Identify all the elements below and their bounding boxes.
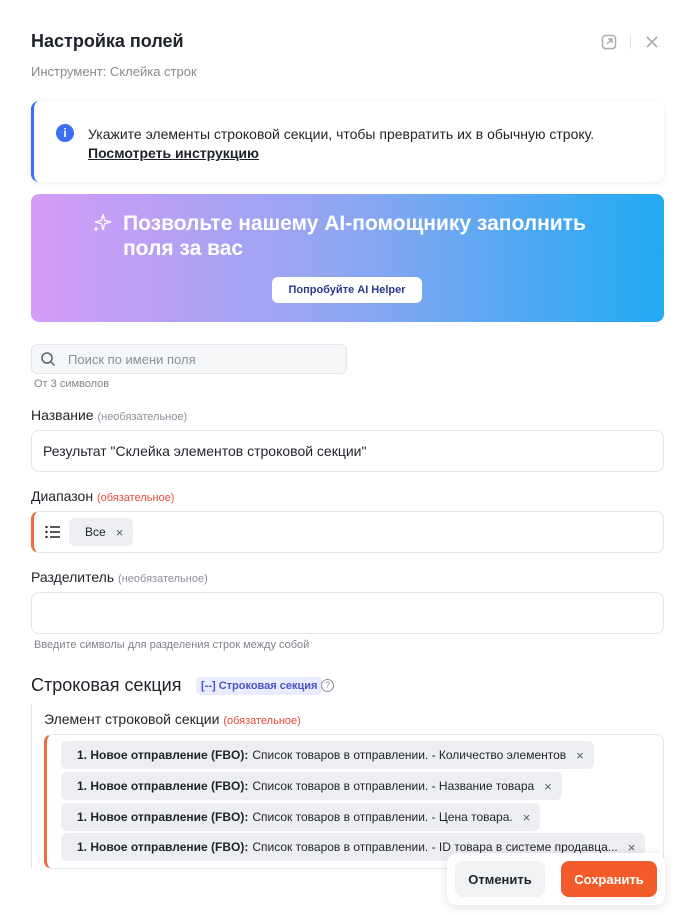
remove-chip-icon[interactable]: × [116, 525, 124, 540]
name-field [31, 430, 664, 472]
field-search [31, 344, 347, 374]
search-icon [40, 351, 56, 372]
range-label: Диапазон (обязательное) [31, 488, 174, 504]
range-label-qualifier: (обязательное) [96, 492, 175, 504]
chip-prefix: 1. Новое отправление (FBO): [77, 748, 249, 762]
element-label: Элемент строковой секции (обязательное) [44, 711, 301, 727]
chip-prefix: 1. Новое отправление (FBO): [77, 779, 249, 793]
chip-text: Список товаров в отправлении. - Цена тов… [252, 810, 513, 824]
open-in-new-icon[interactable] [600, 33, 618, 51]
chip-prefix: 1. Новое отправление (FBO): [77, 840, 249, 854]
info-notice: i Укажите элементы строковой секции, что… [31, 101, 664, 182]
instruction-link[interactable]: Посмотреть инструкцию [88, 144, 259, 163]
range-field[interactable]: Все × [31, 511, 664, 553]
remove-chip-icon[interactable]: × [544, 779, 552, 794]
help-icon[interactable]: ? [321, 679, 334, 692]
separator-label-qualifier: (необязательное) [118, 573, 208, 585]
chip-prefix: 1. Новое отправление (FBO): [77, 810, 249, 824]
sparkle-icon [91, 212, 113, 239]
element-label-qualifier: (обязательное) [223, 715, 301, 727]
cancel-button[interactable]: Отменить [455, 861, 545, 897]
range-chip: Все × [69, 518, 134, 546]
close-icon[interactable] [643, 33, 661, 51]
footer-actions: Отменить Сохранить [447, 853, 665, 905]
separator-label: Разделитель (необязательное) [31, 569, 208, 585]
section-divider [31, 704, 32, 869]
ai-helper-banner: Позвольте нашему AI-помощнику заполнить … [31, 194, 664, 322]
separator-hint: Введите символы для разделения строк меж… [34, 639, 310, 651]
separator-field [31, 592, 664, 634]
ai-banner-title: Позвольте нашему AI-помощнику заполнить … [123, 212, 586, 260]
header-divider [630, 35, 631, 49]
row-element-chip: 1. Новое отправление (FBO): Список товар… [61, 803, 541, 831]
try-ai-helper-button[interactable]: Попробуйте AI Helper [272, 277, 422, 303]
range-label-text: Диапазон [31, 488, 94, 504]
remove-chip-icon[interactable]: × [576, 748, 584, 763]
name-label-text: Название [31, 407, 94, 423]
remove-chip-icon[interactable]: × [523, 810, 531, 825]
info-text: Укажите элементы строковой секции, чтобы… [88, 126, 595, 142]
search-hint: От 3 символов [34, 378, 110, 390]
chip-text: Список товаров в отправлении. - Название… [252, 779, 535, 793]
separator-input[interactable] [43, 593, 643, 633]
name-label: Название (необязательное) [31, 407, 187, 423]
separator-label-text: Разделитель [31, 569, 115, 585]
save-button[interactable]: Сохранить [561, 861, 657, 897]
range-chip-label: Все [85, 525, 106, 539]
row-element-chip: 1. Новое отправление (FBO): Список товар… [61, 772, 562, 800]
row-section-badge: [--] Строковая секция [196, 677, 323, 695]
page-title: Настройка полей [31, 31, 184, 51]
search-input[interactable] [68, 345, 338, 373]
row-elements-field[interactable]: 1. Новое отправление (FBO): Список товар… [44, 734, 664, 869]
header-actions [600, 33, 661, 51]
chip-text: Список товаров в отправлении. - ID товар… [252, 840, 618, 854]
element-label-text: Элемент строковой секции [44, 711, 220, 727]
info-icon: i [56, 124, 74, 142]
chip-text: Список товаров в отправлении. - Количест… [252, 748, 567, 762]
row-element-chip: 1. Новое отправление (FBO): Список товар… [61, 741, 594, 769]
name-label-qualifier: (необязательное) [97, 411, 188, 423]
row-section-title: Строковая секция [31, 675, 182, 695]
name-input[interactable] [43, 431, 643, 471]
list-icon [45, 525, 61, 544]
tool-subtitle: Инструмент: Склейка строк [31, 64, 197, 79]
